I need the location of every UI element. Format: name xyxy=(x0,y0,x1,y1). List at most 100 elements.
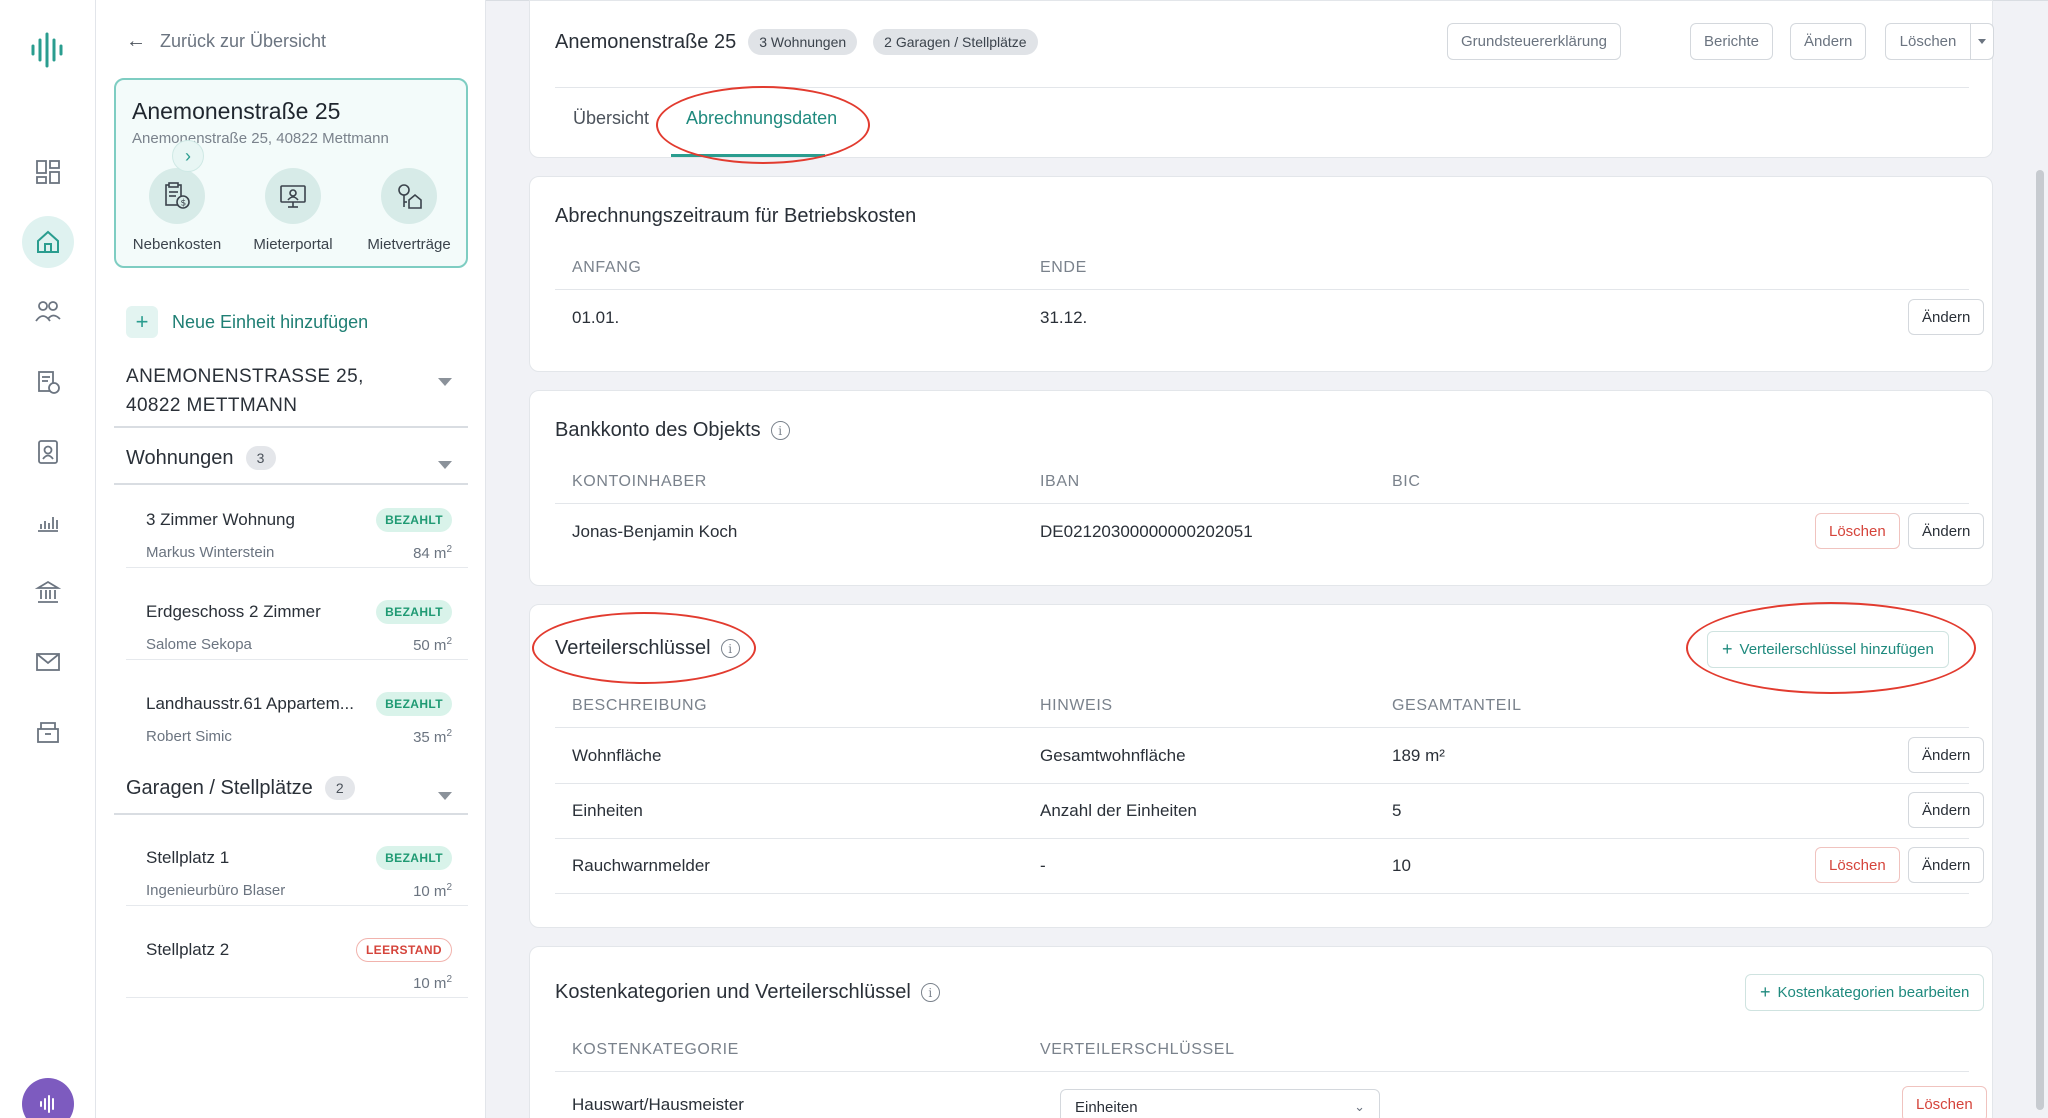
divider xyxy=(126,567,468,568)
unit-area: 10 m2 xyxy=(413,882,452,900)
key-hint: - xyxy=(1040,856,1046,875)
divider xyxy=(114,426,468,428)
edit-bank-button[interactable]: Ändern xyxy=(1908,513,1985,549)
unit-item[interactable]: Stellplatz 2 LEERSTAND 10 m2 xyxy=(146,932,452,1012)
delete-key-button[interactable]: Löschen xyxy=(1815,847,1900,883)
unit-item[interactable]: Landhausstr.61 Appartem... BEZAHLT Rober… xyxy=(146,686,452,766)
apartments-section-heading[interactable]: Wohnungen 3 xyxy=(126,446,276,470)
add-distribution-key-button[interactable]: + Verteilerschlüssel hinzufügen xyxy=(1707,631,1949,668)
tax-declaration-button[interactable]: Grundsteuererklärung xyxy=(1447,23,1621,60)
caret-down-icon[interactable] xyxy=(438,792,452,800)
unit-area: 84 m2 xyxy=(413,544,452,562)
receipt-money-icon: $ xyxy=(149,168,205,224)
unit-tenant: Salome Sekopa xyxy=(146,636,252,653)
quick-action-mieterportal[interactable]: Mieterportal xyxy=(238,168,348,253)
info-icon[interactable]: i xyxy=(720,639,740,658)
edit-period-button[interactable]: Ändern xyxy=(1908,299,1985,335)
archive-icon[interactable] xyxy=(22,706,74,758)
bank-account-title: Bankkonto des Objekts i xyxy=(555,419,790,442)
contacts-icon[interactable] xyxy=(22,426,74,478)
distribution-key-select[interactable]: Einheiten ⌄ xyxy=(1060,1089,1380,1118)
property-sidebar: ← Zurück zur Übersicht Anemonenstraße 25… xyxy=(96,0,486,1118)
avatar[interactable] xyxy=(22,1078,74,1118)
tab-billing-data[interactable]: Abrechnungsdaten xyxy=(686,108,837,129)
tenants-icon[interactable] xyxy=(22,286,74,338)
account-holder-value: Jonas-Benjamin Koch xyxy=(572,522,738,541)
reports-chart-icon[interactable] xyxy=(22,496,74,548)
unit-item[interactable]: Stellplatz 1 BEZAHLT Ingenieurbüro Blase… xyxy=(146,840,452,920)
divider xyxy=(555,289,1969,290)
divider xyxy=(555,503,1969,504)
plus-icon: + xyxy=(1722,639,1733,659)
edit-key-button[interactable]: Ändern xyxy=(1908,792,1985,828)
divider xyxy=(555,783,1969,784)
main-content: Anemonenstraße 25 3 Wohnungen 2 Garagen … xyxy=(486,0,2048,1118)
delete-cost-category-button[interactable]: Löschen xyxy=(1902,1086,1987,1118)
mail-icon[interactable] xyxy=(22,636,74,688)
column-header: KOSTENKATEGORIE xyxy=(572,1041,739,1058)
monitor-icon xyxy=(265,168,321,224)
info-icon[interactable]: i xyxy=(920,983,940,1002)
cost-categories-card: Kostenkategorien und Verteilerschlüssel … xyxy=(529,946,1993,1118)
unit-item[interactable]: Erdgeschoss 2 Zimmer BEZAHLT Salome Seko… xyxy=(146,594,452,674)
tab-overview[interactable]: Übersicht xyxy=(573,108,649,129)
add-unit-button[interactable]: + Neue Einheit hinzufügen xyxy=(126,306,368,338)
divider xyxy=(555,893,1969,894)
status-badge: LEERSTAND xyxy=(355,938,452,962)
status-badge: BEZAHLT xyxy=(376,508,452,532)
active-tab-indicator xyxy=(671,154,825,157)
garages-section-heading[interactable]: Garagen / Stellplätze 2 xyxy=(126,776,355,800)
unit-name: 3 Zimmer Wohnung xyxy=(146,510,295,529)
edit-key-button[interactable]: Ändern xyxy=(1908,847,1985,883)
home-icon[interactable] xyxy=(22,216,74,268)
billing-period-title: Abrechnungszeitraum für Betriebskosten xyxy=(555,205,917,227)
unit-area: 10 m2 xyxy=(413,974,452,992)
key-description: Einheiten xyxy=(572,801,643,820)
edit-cost-categories-button[interactable]: + Kostenkategorien bearbeiten xyxy=(1745,974,1985,1011)
apartments-count-chip: 3 Wohnungen xyxy=(748,29,858,55)
column-header: HINWEIS xyxy=(1040,697,1113,714)
count-badge: 3 xyxy=(245,446,276,470)
garages-count-chip: 2 Garagen / Stellplätze xyxy=(873,29,1038,55)
scrollbar[interactable] xyxy=(2036,170,2044,1110)
caret-down-icon[interactable] xyxy=(438,378,452,386)
status-badge: BEZAHLT xyxy=(376,846,452,870)
billing-icon[interactable] xyxy=(22,356,74,408)
key-hint: Gesamtwohnfläche xyxy=(1040,746,1186,765)
bank-icon[interactable] xyxy=(22,566,74,618)
column-header: GESAMTANTEIL xyxy=(1392,697,1522,714)
property-address: Anemonenstraße 25, 40822 Mettmann xyxy=(132,130,389,147)
info-icon[interactable]: i xyxy=(770,421,790,440)
chevron-right-icon[interactable]: › xyxy=(172,140,204,172)
reports-button[interactable]: Berichte xyxy=(1690,23,1774,60)
back-to-overview-link[interactable]: ← Zurück zur Übersicht xyxy=(126,30,326,53)
quick-action-mietvertraege[interactable]: Mietverträge xyxy=(354,168,464,253)
bank-account-card: Bankkonto des Objekts i KONTOINHABER IBA… xyxy=(529,390,1993,586)
delete-button[interactable]: Löschen xyxy=(1885,23,1971,60)
quick-action-nebenkosten[interactable]: $ Nebenkosten xyxy=(122,168,232,253)
count-badge: 2 xyxy=(324,776,355,800)
divider xyxy=(114,813,468,815)
edit-button[interactable]: Ändern xyxy=(1790,23,1867,60)
key-total: 10 xyxy=(1392,856,1411,875)
billing-period-card: Abrechnungszeitraum für Betriebskosten A… xyxy=(529,176,1993,372)
chevron-down-icon: ⌄ xyxy=(1354,1099,1365,1114)
distribution-keys-card: Verteilerschlüssel i + Verteilerschlüsse… xyxy=(529,604,1993,928)
cost-category-name: Hauswart/Hausmeister xyxy=(572,1095,744,1114)
delete-bank-button[interactable]: Löschen xyxy=(1815,513,1900,549)
unit-tenant: Ingenieurbüro Blaser xyxy=(146,882,286,899)
unit-item[interactable]: 3 Zimmer Wohnung BEZAHLT Markus Winterst… xyxy=(146,502,452,582)
caret-down-icon[interactable] xyxy=(438,461,452,469)
dashboard-icon[interactable] xyxy=(22,146,74,198)
property-card[interactable]: Anemonenstraße 25 Anemonenstraße 25, 408… xyxy=(114,78,468,268)
unit-name: Stellplatz 2 xyxy=(146,940,230,959)
property-title: Anemonenstraße 25 xyxy=(132,98,341,124)
column-header: IBAN xyxy=(1040,473,1080,490)
distribution-keys-title: Verteilerschlüssel i xyxy=(555,637,740,660)
caret-down-icon[interactable] xyxy=(1970,23,1994,60)
edit-key-button[interactable]: Ändern xyxy=(1908,737,1985,773)
unit-name: Erdgeschoss 2 Zimmer xyxy=(146,602,321,621)
address-group-heading[interactable]: ANEMONENSTRASSE 25, 40822 METTMANN xyxy=(126,362,456,420)
app-logo-icon[interactable] xyxy=(30,30,66,70)
back-link-label: Zurück zur Übersicht xyxy=(160,31,327,51)
